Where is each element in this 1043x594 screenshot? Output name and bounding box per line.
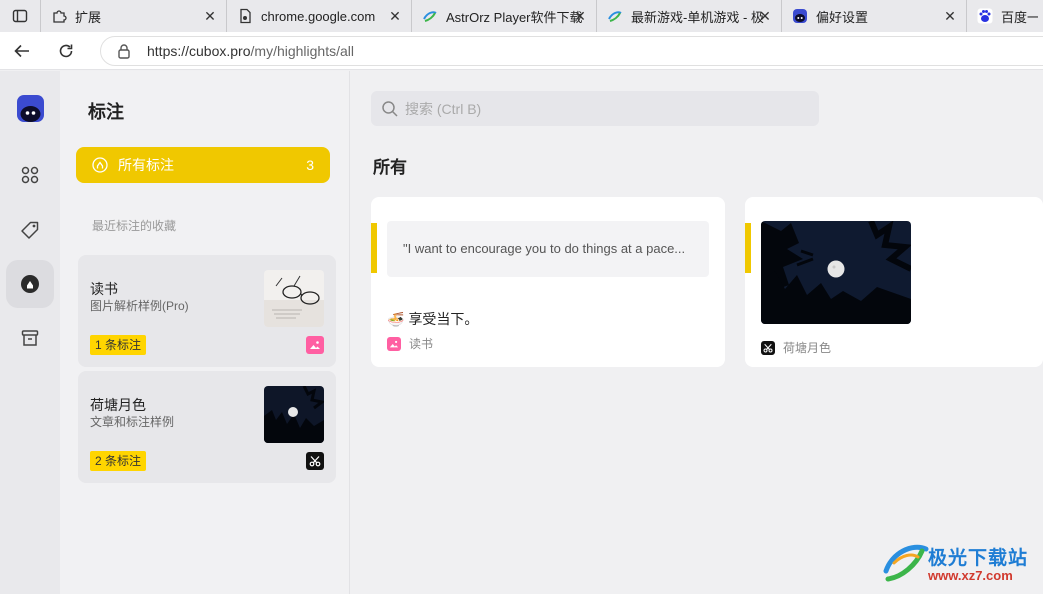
cubox-app: 标注 所有标注 3 最近标注的收藏 读书 图片解析样例(Pro) 1 条标注 荷… [0, 71, 1043, 594]
watermark-url: www.xz7.com [928, 568, 1013, 583]
address-bar[interactable]: https://cubox.pro/my/highlights/all [100, 36, 1043, 66]
puzzle-icon [51, 8, 67, 24]
close-icon[interactable]: ✕ [757, 8, 773, 24]
section-title: 所有 [373, 158, 407, 177]
all-highlights-label: 所有标注 [118, 157, 174, 173]
item-title: 荷塘月色 [90, 397, 146, 413]
recent-item-reading[interactable]: 读书 图片解析样例(Pro) 1 条标注 [78, 255, 336, 367]
recent-item-lotus-pond[interactable]: 荷塘月色 文章和标注样例 2 条标注 [78, 371, 336, 483]
search-placeholder: 搜索 (Ctrl B) [405, 100, 482, 117]
close-icon[interactable]: ✕ [387, 8, 403, 24]
highlight-quote: "I want to encourage you to do things at… [387, 221, 709, 277]
grid-icon [21, 166, 39, 184]
panel-title: 标注 [88, 102, 124, 122]
archive-icon [21, 330, 39, 346]
rail-archive-button[interactable] [6, 314, 54, 362]
cubox-logo-icon[interactable] [17, 95, 44, 122]
cubox-icon [792, 8, 808, 24]
highlight-marker [371, 223, 377, 273]
moon-image [761, 221, 911, 324]
xz7-site-icon [607, 8, 623, 24]
rail-tags-button[interactable] [6, 206, 54, 254]
highlight-card[interactable]: "I want to encourage you to do things at… [371, 197, 725, 367]
tab-chrome-store[interactable]: chrome.google.com ✕ [226, 0, 411, 32]
reload-button[interactable] [44, 32, 88, 70]
main-content: 搜索 (Ctrl B) 所有 "I want to encourage you … [351, 71, 1043, 594]
xz7-site-icon [422, 8, 438, 24]
lock-icon [117, 43, 131, 59]
rail-highlights-button[interactable] [6, 260, 54, 308]
tab-strip: 扩展 ✕ chrome.google.com ✕ AstrOrz Player软… [0, 0, 1043, 32]
tab-actions-icon [12, 9, 28, 23]
image-icon [306, 336, 324, 354]
noodle-bowl-icon: 🍜 [387, 310, 405, 327]
highlight-marker [745, 223, 751, 273]
all-highlights-button[interactable]: 所有标注 3 [76, 147, 330, 183]
url-host: https://cubox.pro [147, 43, 251, 59]
tab-astrorz[interactable]: AstrOrz Player软件下载 ✕ [411, 0, 596, 32]
xz7-logo-icon [883, 544, 929, 582]
search-input[interactable]: 搜索 (Ctrl B) [371, 91, 819, 126]
search-icon [381, 100, 399, 118]
close-icon[interactable]: ✕ [942, 8, 958, 24]
source-title: 荷塘月色 [783, 341, 832, 355]
highlight-count-badge: 1 条标注 [90, 335, 147, 355]
browser-toolbar: https://cubox.pro/my/highlights/all [0, 32, 1043, 70]
site-watermark: 极光下载站 www.xz7.com [880, 535, 1040, 590]
highlighter-icon [21, 275, 39, 293]
highlighter-outline-icon [92, 157, 108, 173]
moon-thumbnail [264, 386, 324, 443]
scissors-icon [306, 452, 324, 470]
highlight-note: 🍜 享受当下。 [387, 309, 478, 329]
item-title: 读书 [90, 281, 118, 297]
highlight-card[interactable]: 荷塘月色 [745, 197, 1043, 367]
baidu-icon [977, 8, 993, 24]
highlight-source[interactable]: 读书 [387, 335, 433, 352]
tab-label: 百度一 [1001, 9, 1038, 25]
tab-extensions[interactable]: 扩展 ✕ [40, 0, 226, 32]
all-highlights-count: 3 [306, 157, 314, 173]
source-title: 读书 [409, 337, 434, 351]
tab-preferences[interactable]: 偏好设置 ✕ [781, 0, 966, 32]
left-rail [0, 71, 60, 594]
reload-icon [59, 44, 73, 57]
highlight-source[interactable]: 荷塘月色 [761, 339, 831, 356]
tag-icon [21, 221, 39, 239]
scissors-icon [761, 340, 775, 355]
item-subtitle: 文章和标注样例 [90, 415, 175, 429]
highlight-count-badge: 2 条标注 [90, 451, 147, 471]
item-subtitle: 图片解析样例(Pro) [90, 299, 189, 313]
tab-baidu[interactable]: 百度一 [966, 0, 1038, 32]
highlights-panel: 标注 所有标注 3 最近标注的收藏 读书 图片解析样例(Pro) 1 条标注 荷… [60, 71, 350, 594]
close-icon[interactable]: ✕ [202, 8, 218, 24]
image-icon [387, 336, 401, 351]
close-icon[interactable]: ✕ [572, 8, 588, 24]
page-icon [237, 8, 253, 24]
back-button[interactable] [0, 32, 44, 70]
tab-actions-button[interactable] [0, 0, 40, 32]
back-arrow-icon [14, 44, 29, 57]
recent-section-label: 最近标注的收藏 [92, 219, 177, 233]
url-path: /my/highlights/all [250, 43, 355, 59]
glasses-thumbnail [264, 270, 324, 327]
tab-games[interactable]: 最新游戏-单机游戏 - 极 ✕ [596, 0, 781, 32]
rail-collections-button[interactable] [6, 151, 54, 199]
note-text: 享受当下。 [408, 311, 479, 327]
watermark-title: 极光下载站 [928, 548, 1029, 569]
